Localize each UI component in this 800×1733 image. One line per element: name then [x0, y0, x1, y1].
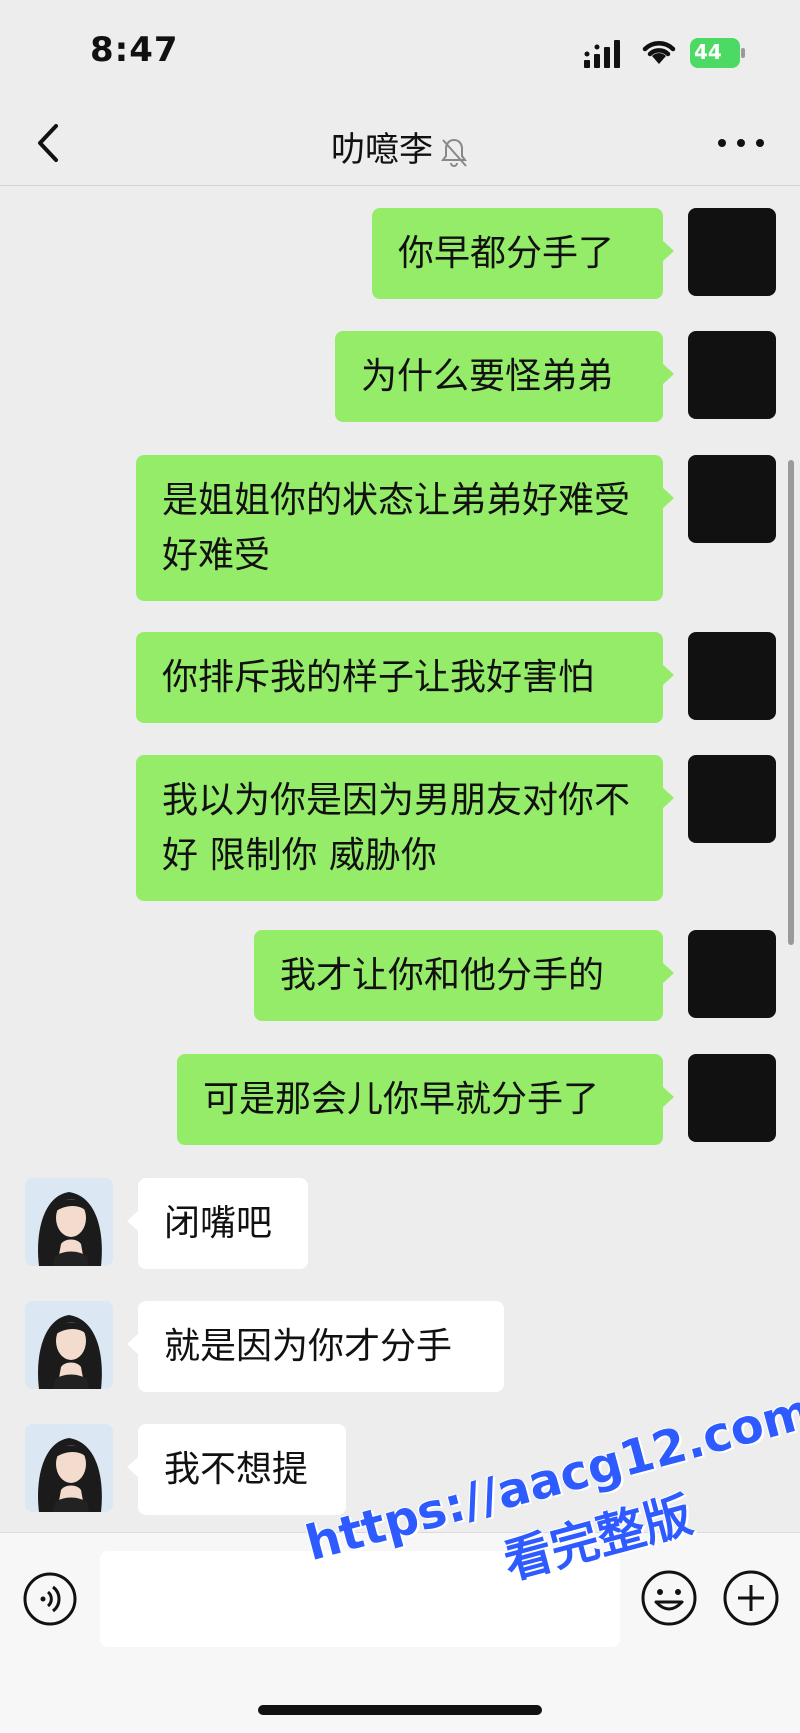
chat-screen: 8:47 44 叻噫李 你早都分手了 为什么要怪弟弟 是姐姐你的状态让弟弟好难受…	[0, 0, 800, 1733]
home-indicator[interactable]	[258, 1705, 542, 1715]
contact-avatar[interactable]	[25, 1178, 113, 1266]
status-time: 8:47	[90, 30, 179, 70]
add-attachment-button[interactable]	[722, 1569, 780, 1627]
contact-avatar[interactable]	[25, 1301, 113, 1389]
my-avatar[interactable]	[688, 632, 776, 720]
my-avatar[interactable]	[688, 331, 776, 419]
my-avatar[interactable]	[688, 755, 776, 843]
message-bubble-outgoing[interactable]: 我以为你是因为男朋友对你不好 限制你 威胁你	[136, 755, 674, 901]
my-avatar[interactable]	[688, 455, 776, 543]
contact-avatar[interactable]	[25, 1424, 113, 1512]
message-list[interactable]: 你早都分手了 为什么要怪弟弟 是姐姐你的状态让弟弟好难受好难受 你排斥我的样子让…	[0, 187, 800, 1532]
woman-portrait-icon	[25, 1178, 113, 1266]
scroll-indicator[interactable]	[788, 460, 794, 945]
message-bubble-incoming[interactable]: 闭嘴吧	[127, 1178, 308, 1269]
woman-portrait-icon	[25, 1301, 113, 1389]
battery-indicator: 44	[690, 38, 745, 68]
message-bubble-outgoing[interactable]: 是姐姐你的状态让弟弟好难受好难受	[136, 455, 674, 601]
message-bubble-outgoing[interactable]: 你排斥我的样子让我好害怕	[136, 632, 674, 723]
status-bar: 8:47 44	[0, 0, 800, 100]
message-bubble-outgoing[interactable]: 为什么要怪弟弟	[335, 331, 674, 422]
message-bubble-outgoing[interactable]: 你早都分手了	[372, 208, 674, 299]
chat-header: 叻噫李	[0, 100, 800, 186]
signal-icon	[584, 40, 620, 68]
wifi-icon	[642, 41, 676, 64]
contact-name: 叻噫李	[331, 130, 433, 170]
chat-title: 叻噫李	[0, 122, 800, 171]
emoji-button[interactable]	[640, 1569, 698, 1627]
my-avatar[interactable]	[688, 930, 776, 1018]
woman-portrait-icon	[25, 1424, 113, 1512]
bell-off-icon	[441, 138, 467, 167]
voice-button[interactable]	[22, 1571, 78, 1627]
message-bubble-outgoing[interactable]: 可是那会儿你早就分手了	[177, 1054, 674, 1145]
my-avatar[interactable]	[688, 1054, 776, 1142]
battery-level: 44	[694, 40, 722, 64]
message-bubble-incoming[interactable]: 我不想提	[127, 1424, 346, 1515]
input-bar	[0, 1532, 800, 1733]
message-bubble-incoming[interactable]: 就是因为你才分手	[127, 1301, 504, 1392]
my-avatar[interactable]	[688, 208, 776, 296]
more-options-button[interactable]	[716, 130, 766, 156]
message-bubble-outgoing[interactable]: 我才让你和他分手的	[254, 930, 674, 1021]
